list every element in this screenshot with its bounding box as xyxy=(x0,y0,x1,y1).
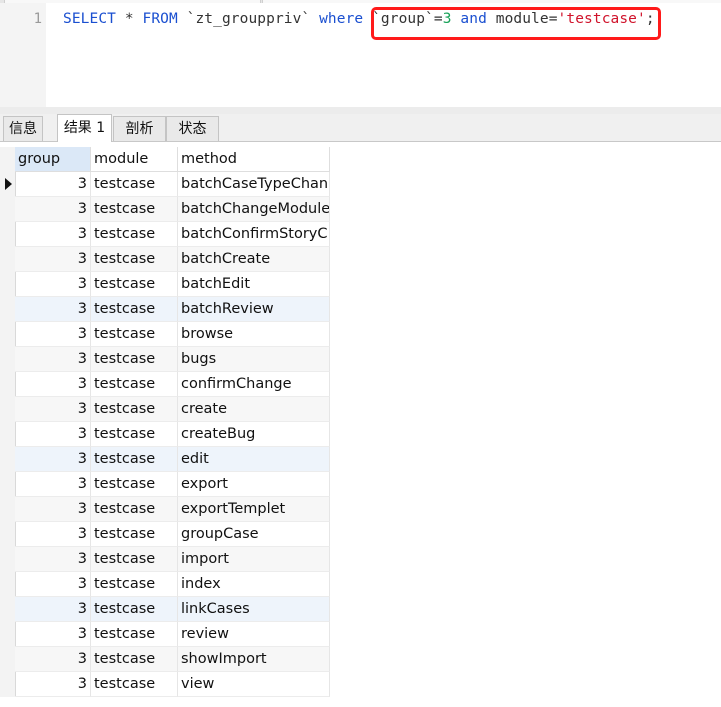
cell-module[interactable]: testcase xyxy=(91,622,178,647)
cell-module[interactable]: testcase xyxy=(91,572,178,597)
sql-token-kw: where xyxy=(319,11,364,27)
sql-editor[interactable]: 1 SELECT * FROM `zt_grouppriv` where `gr… xyxy=(0,3,721,107)
cell-group[interactable]: 3 xyxy=(15,497,91,522)
cell-group[interactable]: 3 xyxy=(15,272,91,297)
cell-method[interactable]: linkCases xyxy=(178,597,330,622)
cell-group[interactable]: 3 xyxy=(15,572,91,597)
cell-method[interactable]: index xyxy=(178,572,330,597)
cell-group[interactable]: 3 xyxy=(15,397,91,422)
cell-module[interactable]: testcase xyxy=(91,247,178,272)
cell-module[interactable]: testcase xyxy=(91,672,178,697)
line-number: 1 xyxy=(33,11,42,27)
cell-group[interactable]: 3 xyxy=(15,597,91,622)
cell-module[interactable]: testcase xyxy=(91,597,178,622)
cell-group[interactable]: 3 xyxy=(15,297,91,322)
cell-method[interactable]: batchReview xyxy=(178,297,330,322)
cell-method[interactable]: edit xyxy=(178,447,330,472)
cell-group[interactable]: 3 xyxy=(15,547,91,572)
cell-module[interactable]: testcase xyxy=(91,172,178,197)
tab-result-1[interactable]: 结果 1 xyxy=(57,114,112,142)
cell-module[interactable]: testcase xyxy=(91,497,178,522)
sql-token-kw: FROM xyxy=(142,11,178,27)
cell-module[interactable]: testcase xyxy=(91,347,178,372)
cell-module[interactable]: testcase xyxy=(91,297,178,322)
result-tab-bar: 信息 结果 1 剖析 状态 xyxy=(0,114,721,142)
cell-method[interactable]: export xyxy=(178,472,330,497)
cell-group[interactable]: 3 xyxy=(15,522,91,547)
editor-results-splitter[interactable] xyxy=(0,107,721,114)
cell-method[interactable]: import xyxy=(178,547,330,572)
cell-group[interactable]: 3 xyxy=(15,322,91,347)
cell-group[interactable]: 3 xyxy=(15,197,91,222)
cell-module[interactable]: testcase xyxy=(91,222,178,247)
cell-method[interactable]: browse xyxy=(178,322,330,347)
tab-profile[interactable]: 剖析 xyxy=(113,116,166,141)
column-header-method[interactable]: method xyxy=(178,147,330,172)
cell-group[interactable]: 3 xyxy=(15,672,91,697)
cell-module[interactable]: testcase xyxy=(91,547,178,572)
cell-module[interactable]: testcase xyxy=(91,472,178,497)
cell-group[interactable]: 3 xyxy=(15,422,91,447)
cell-module[interactable]: testcase xyxy=(91,197,178,222)
cell-module[interactable]: testcase xyxy=(91,272,178,297)
sql-token-kw: SELECT xyxy=(63,11,116,27)
cell-module[interactable]: testcase xyxy=(91,372,178,397)
sql-token-ident: * xyxy=(115,11,143,27)
cell-group[interactable]: 3 xyxy=(15,172,91,197)
line-number-gutter: 1 xyxy=(0,3,46,107)
cell-method[interactable]: batchEdit xyxy=(178,272,330,297)
cell-method[interactable]: bugs xyxy=(178,347,330,372)
cell-module[interactable]: testcase xyxy=(91,522,178,547)
cell-method[interactable]: view xyxy=(178,672,330,697)
annotation-highlight-box xyxy=(371,7,661,40)
cell-method[interactable]: batchChangeModule xyxy=(178,197,330,222)
cell-group[interactable]: 3 xyxy=(15,622,91,647)
tab-status[interactable]: 状态 xyxy=(166,116,219,141)
cell-method[interactable]: confirmChange xyxy=(178,372,330,397)
cell-method[interactable]: exportTemplet xyxy=(178,497,330,522)
tab-info[interactable]: 信息 xyxy=(3,116,43,141)
cell-group[interactable]: 3 xyxy=(15,247,91,272)
cell-method[interactable]: batchCaseTypeChan xyxy=(178,172,330,197)
sql-token-ident: `zt_grouppriv` xyxy=(177,11,320,27)
cell-group[interactable]: 3 xyxy=(15,372,91,397)
cell-method[interactable]: review xyxy=(178,622,330,647)
row-marker-column[interactable] xyxy=(0,147,16,697)
cell-group[interactable]: 3 xyxy=(15,222,91,247)
cell-method[interactable]: showImport xyxy=(178,647,330,672)
cell-group[interactable]: 3 xyxy=(15,347,91,372)
cell-group[interactable]: 3 xyxy=(15,472,91,497)
cell-method[interactable]: groupCase xyxy=(178,522,330,547)
column-header-group[interactable]: group xyxy=(15,147,91,172)
cell-group[interactable]: 3 xyxy=(15,447,91,472)
cell-module[interactable]: testcase xyxy=(91,422,178,447)
cell-module[interactable]: testcase xyxy=(91,397,178,422)
current-row-arrow-icon xyxy=(5,178,12,190)
cell-method[interactable]: batchCreate xyxy=(178,247,330,272)
column-header-module[interactable]: module xyxy=(91,147,178,172)
cell-method[interactable]: batchConfirmStoryC xyxy=(178,222,330,247)
cell-module[interactable]: testcase xyxy=(91,322,178,347)
cell-method[interactable]: createBug xyxy=(178,422,330,447)
cell-method[interactable]: create xyxy=(178,397,330,422)
cell-group[interactable]: 3 xyxy=(15,647,91,672)
cell-module[interactable]: testcase xyxy=(91,647,178,672)
cell-module[interactable]: testcase xyxy=(91,447,178,472)
